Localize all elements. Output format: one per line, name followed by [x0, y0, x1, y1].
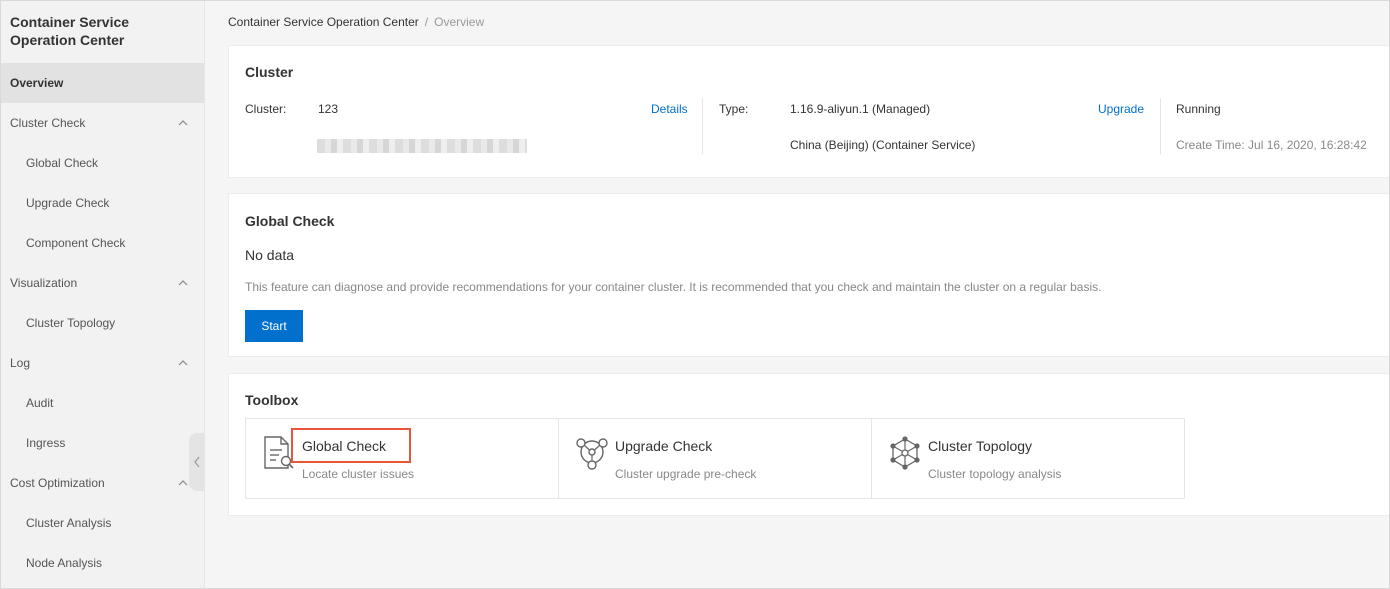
sidebar-item-cluster-analysis[interactable]: Cluster Analysis — [1, 503, 204, 543]
sidebar-item-global-check[interactable]: Global Check — [1, 143, 204, 183]
sidebar-item-label: Node Analysis — [26, 556, 103, 570]
toolbox-card: Toolbox Global Check Locate cluster issu… — [228, 373, 1389, 516]
type-label: Type: — [719, 102, 749, 116]
sidebar: Container Service Operation Center Overv… — [1, 1, 205, 588]
sidebar-item-label: Cluster Check — [10, 116, 86, 130]
cluster-card: Cluster Cluster: 123 Details Type: 1.16.… — [228, 45, 1389, 178]
card-title: Cluster — [245, 64, 294, 80]
highlight-box — [291, 428, 411, 463]
chevron-up-icon — [178, 480, 188, 486]
sidebar-group-cost-optimization[interactable]: Cost Optimization — [1, 463, 204, 503]
tool-global-check[interactable]: Global Check Locate cluster issues — [245, 418, 559, 499]
card-title: Global Check — [245, 213, 335, 229]
region-value: China (Beijing) (Container Service) — [790, 138, 976, 152]
sidebar-item-upgrade-check[interactable]: Upgrade Check — [1, 183, 204, 223]
tool-description: Cluster topology analysis — [928, 467, 1062, 481]
breadcrumb-separator: / — [424, 15, 429, 29]
chevron-up-icon — [178, 120, 188, 126]
sidebar-item-cluster-topology[interactable]: Cluster Topology — [1, 303, 204, 343]
tool-description: Cluster upgrade pre-check — [615, 467, 757, 481]
breadcrumb-current: Overview — [434, 15, 485, 29]
empty-state-text: No data — [245, 247, 295, 263]
status-text: Running — [1176, 102, 1221, 116]
sidebar-item-label: Cost Optimization — [10, 476, 105, 490]
details-link[interactable]: Details — [651, 102, 688, 116]
tool-cluster-topology[interactable]: Cluster Topology Cluster topology analys… — [871, 418, 1185, 499]
sidebar-item-ingress[interactable]: Ingress — [1, 423, 204, 463]
type-value: 1.16.9-aliyun.1 (Managed) — [790, 102, 931, 116]
sidebar-item-label: Cluster Analysis — [26, 516, 112, 530]
tool-upgrade-check[interactable]: Upgrade Check Cluster upgrade pre-check — [558, 418, 872, 499]
divider — [1160, 98, 1161, 154]
breadcrumb: Container Service Operation Center / Overv… — [228, 15, 484, 29]
upgrade-nodes-icon — [576, 438, 608, 470]
sidebar-group-log[interactable]: Log — [1, 343, 204, 383]
divider — [702, 98, 703, 154]
global-check-card: Global Check No data This feature can di… — [228, 193, 1389, 357]
app-title-line2: Operation Center — [10, 32, 125, 48]
sidebar-item-label: Upgrade Check — [26, 196, 110, 210]
masked-cluster-id — [317, 139, 527, 153]
sidebar-item-label: Overview — [10, 76, 64, 90]
start-button[interactable]: Start — [245, 310, 303, 342]
sidebar-item-label: Visualization — [10, 276, 78, 290]
sidebar-item-label: Cluster Topology — [26, 316, 116, 330]
breadcrumb-root[interactable]: Container Service Operation Center — [228, 15, 419, 29]
sidebar-group-visualization[interactable]: Visualization — [1, 263, 204, 303]
sidebar-item-label: Audit — [26, 396, 54, 410]
topology-icon — [890, 436, 920, 470]
tool-name: Upgrade Check — [615, 438, 713, 454]
app-title-line1: Container Service — [10, 14, 130, 30]
sidebar-item-audit[interactable]: Audit — [1, 383, 204, 423]
cluster-name: 123 — [318, 102, 339, 116]
upgrade-link[interactable]: Upgrade — [1098, 102, 1144, 116]
sidebar-group-cluster-check[interactable]: Cluster Check — [1, 103, 204, 143]
sidebar-collapse-button[interactable] — [189, 433, 205, 491]
chevron-up-icon — [178, 360, 188, 366]
sidebar-item-overview[interactable]: Overview — [1, 63, 204, 103]
chevron-up-icon — [178, 280, 188, 286]
sidebar-item-label: Ingress — [26, 436, 66, 450]
feature-description: This feature can diagnose and provide re… — [245, 280, 1102, 294]
sidebar-item-label: Global Check — [26, 156, 99, 170]
create-time: Create Time: Jul 16, 2020, 16:28:42 — [1176, 138, 1367, 152]
cluster-label: Cluster: — [245, 102, 287, 116]
app-window: Container Service Operation Center Overv… — [0, 0, 1390, 589]
chevron-left-icon — [194, 456, 200, 468]
card-title: Toolbox — [245, 392, 299, 408]
sidebar-item-label: Log — [10, 356, 31, 370]
tool-name: Cluster Topology — [928, 438, 1033, 454]
app-title: Container Service Operation Center — [1, 1, 204, 63]
sidebar-item-component-check[interactable]: Component Check — [1, 223, 204, 263]
main-content: Container Service Operation Center / Overv… — [205, 1, 1389, 588]
sidebar-item-node-analysis[interactable]: Node Analysis — [1, 543, 204, 583]
sidebar-item-label: Component Check — [26, 236, 126, 250]
tool-description: Locate cluster issues — [302, 467, 415, 481]
